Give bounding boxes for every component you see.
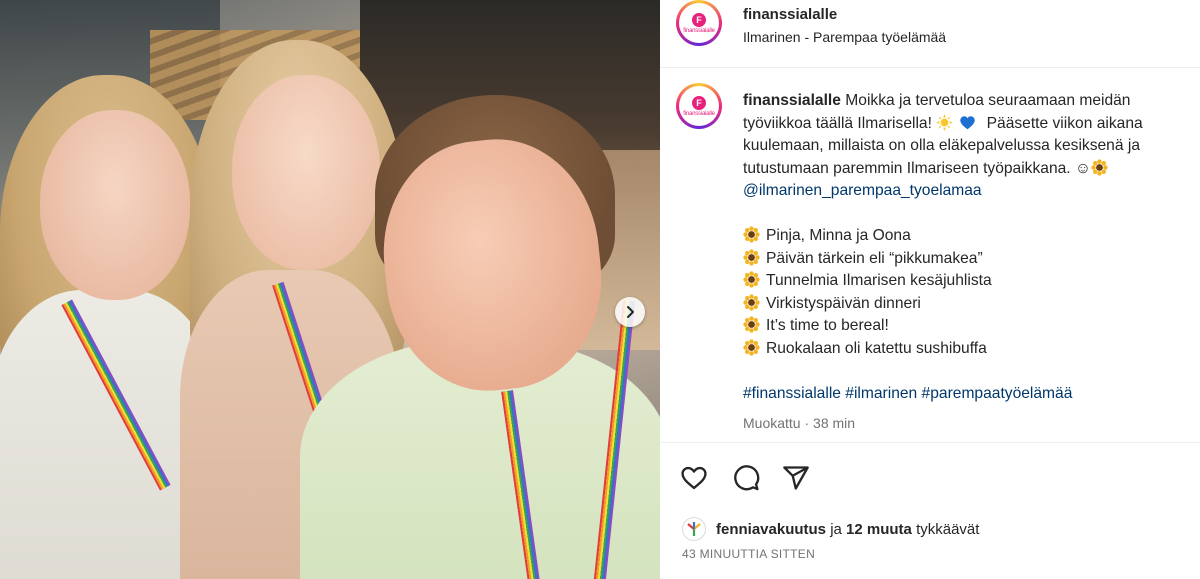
caption-list-item-text: Tunnelmia Ilmarisen kesäjuhlista <box>766 272 992 289</box>
carousel-next-button[interactable] <box>615 297 645 327</box>
share-button[interactable] <box>780 462 812 494</box>
sunflower-icon <box>743 271 760 288</box>
sunflower-icon <box>743 226 760 243</box>
sun-emoji-icon <box>936 113 954 131</box>
avatar[interactable]: F finanssialalle <box>676 0 722 46</box>
person-middle-face <box>232 75 380 270</box>
post-side-panel: F finanssialalle finanssialalle Ilmarine… <box>660 0 1200 579</box>
avatar-text: finanssialalle <box>683 110 715 117</box>
avatar-text: finanssialalle <box>683 27 715 34</box>
caption-line: Moikka ja tervetuloa seuraamaan meidän <box>845 92 1131 109</box>
post-header: F finanssialalle finanssialalle Ilmarine… <box>660 0 1200 68</box>
caption-list-item-text: Päivän tärkein eli “pikkumakea” <box>766 249 983 267</box>
post-photo[interactable] <box>0 0 660 579</box>
caption-list-item-text: It’s time to bereal! <box>766 317 889 334</box>
caption-list-item: It’s time to bereal! <box>743 315 1183 338</box>
avatar-letter: F <box>692 95 706 110</box>
avatar-letter: F <box>692 12 706 27</box>
action-bar <box>660 455 1200 505</box>
caption-line: Pääsette viikon aikana <box>986 114 1143 132</box>
caption-username[interactable]: finanssialalle <box>743 92 841 109</box>
caption-meta: Muokattu · 38 min <box>743 415 856 431</box>
caption-list-item: Tunnelmia Ilmarisen kesäjuhlista <box>743 270 1183 293</box>
caption-list-item: Ruokalaan oli katettu sushibuffa <box>743 338 1183 361</box>
sunflower-icon <box>1091 158 1108 176</box>
caption-block: F finanssialalle finanssialalle Moikka j… <box>660 68 1200 443</box>
like-button[interactable] <box>678 462 710 494</box>
caption-line: työviikkoa täällä Ilmarisella! <box>743 114 932 132</box>
blue-heart-icon <box>960 115 976 129</box>
caption-text: finanssialalle Moikka ja tervetuloa seur… <box>743 90 1183 405</box>
caption-list-item-text: Virkistyspäivän dinneri <box>766 294 921 312</box>
caption-line: kuulemaan, millaista on olla eläkepalvel… <box>743 137 1140 154</box>
caption-list-item-text: Pinja, Minna ja Oona <box>766 227 911 244</box>
caption-hashtags[interactable]: #finanssialalle #ilmarinen #parempaatyöe… <box>743 383 1183 406</box>
likes-suffix: tykkäävät <box>911 520 980 538</box>
post-timestamp: 43 MINUUTTIA SITTEN <box>682 547 816 561</box>
caption-mention[interactable]: @ilmarinen_parempaa_tyoelamaa <box>743 180 1183 203</box>
likes-summary: fenniavakuutus ja 12 muuta tykkäävät <box>682 517 979 541</box>
heart-icon <box>681 466 707 490</box>
caption-list-item: Päivän tärkein eli “pikkumakea” <box>743 248 1183 271</box>
likes-others-link[interactable]: 12 muuta <box>846 521 912 538</box>
person-left-face <box>40 110 190 300</box>
caption-list-item-text: Ruokalaan oli katettu sushibuffa <box>766 339 987 357</box>
avatar[interactable]: F finanssialalle <box>676 83 722 129</box>
fennia-logo-icon <box>687 522 701 536</box>
caption-list: Pinja, Minna ja Oona Päivän tärkein eli “… <box>743 225 1183 360</box>
caption-line: tutustumaan paremmin Ilmariseen työpaikk… <box>743 159 1071 177</box>
caption-list-item: Pinja, Minna ja Oona <box>743 225 1183 248</box>
sunflower-icon <box>743 338 760 356</box>
post-location[interactable]: Ilmarinen - Parempaa työelämää <box>743 29 946 45</box>
post-username[interactable]: finanssialalle <box>743 6 837 23</box>
likes-connector: ja <box>826 520 847 538</box>
smile-emoji-icon: ☺ <box>1074 159 1091 177</box>
liker-username[interactable]: fenniavakuutus <box>716 521 826 538</box>
send-icon <box>783 466 809 490</box>
sunflower-icon <box>743 316 760 333</box>
liker-avatar[interactable] <box>682 517 706 541</box>
caption-list-item: Virkistyspäivän dinneri <box>743 293 1183 316</box>
comment-icon <box>734 465 760 491</box>
sunflower-icon <box>743 248 760 266</box>
comment-button[interactable] <box>730 462 762 494</box>
sunflower-icon <box>743 293 760 311</box>
chevron-right-icon <box>627 306 634 318</box>
